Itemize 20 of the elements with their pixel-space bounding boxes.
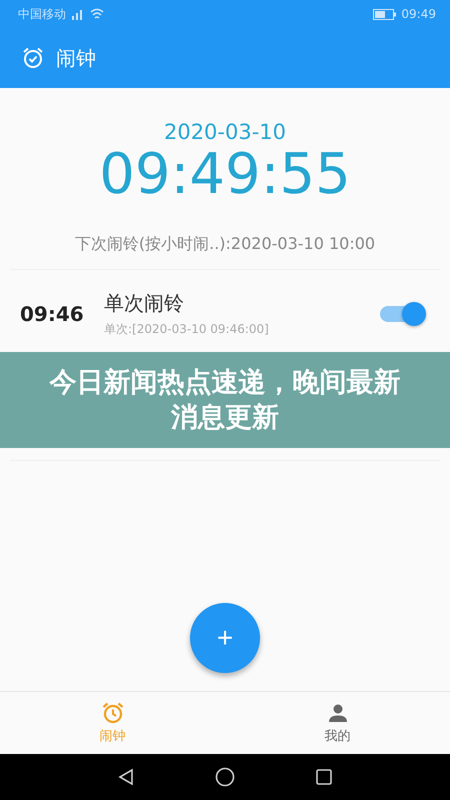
status-time: 09:49	[401, 7, 436, 21]
current-time: 09:49:55	[99, 144, 351, 206]
alarm-clock-icon	[22, 47, 44, 69]
alarm-time: 09:46	[20, 302, 85, 326]
app-title: 闹钟	[56, 44, 96, 72]
back-icon[interactable]	[117, 768, 135, 786]
next-alarm-text: 下次闹铃(按小时闹..):2020-03-10 10:00	[74, 234, 376, 255]
home-icon[interactable]	[215, 767, 235, 787]
current-date: 2020-03-10	[164, 120, 286, 144]
nav-tab[interactable]: 闹钟	[0, 692, 225, 754]
alarm-title: 单次闹铃	[104, 290, 185, 317]
alarm-detail: 单次:[2020-03-10 09:46:00]	[104, 320, 270, 338]
recents-icon[interactable]	[315, 768, 333, 786]
nav-tab[interactable]: 我的	[225, 692, 450, 754]
news-banner: 今日新闻热点速递，晚间最新消息更新	[0, 352, 450, 448]
alarm-clock-icon	[100, 701, 124, 725]
battery-icon	[373, 8, 398, 20]
wifi-icon	[90, 8, 104, 20]
add-button[interactable]: +	[190, 603, 260, 673]
carrier-name: 中国移动	[18, 6, 66, 22]
